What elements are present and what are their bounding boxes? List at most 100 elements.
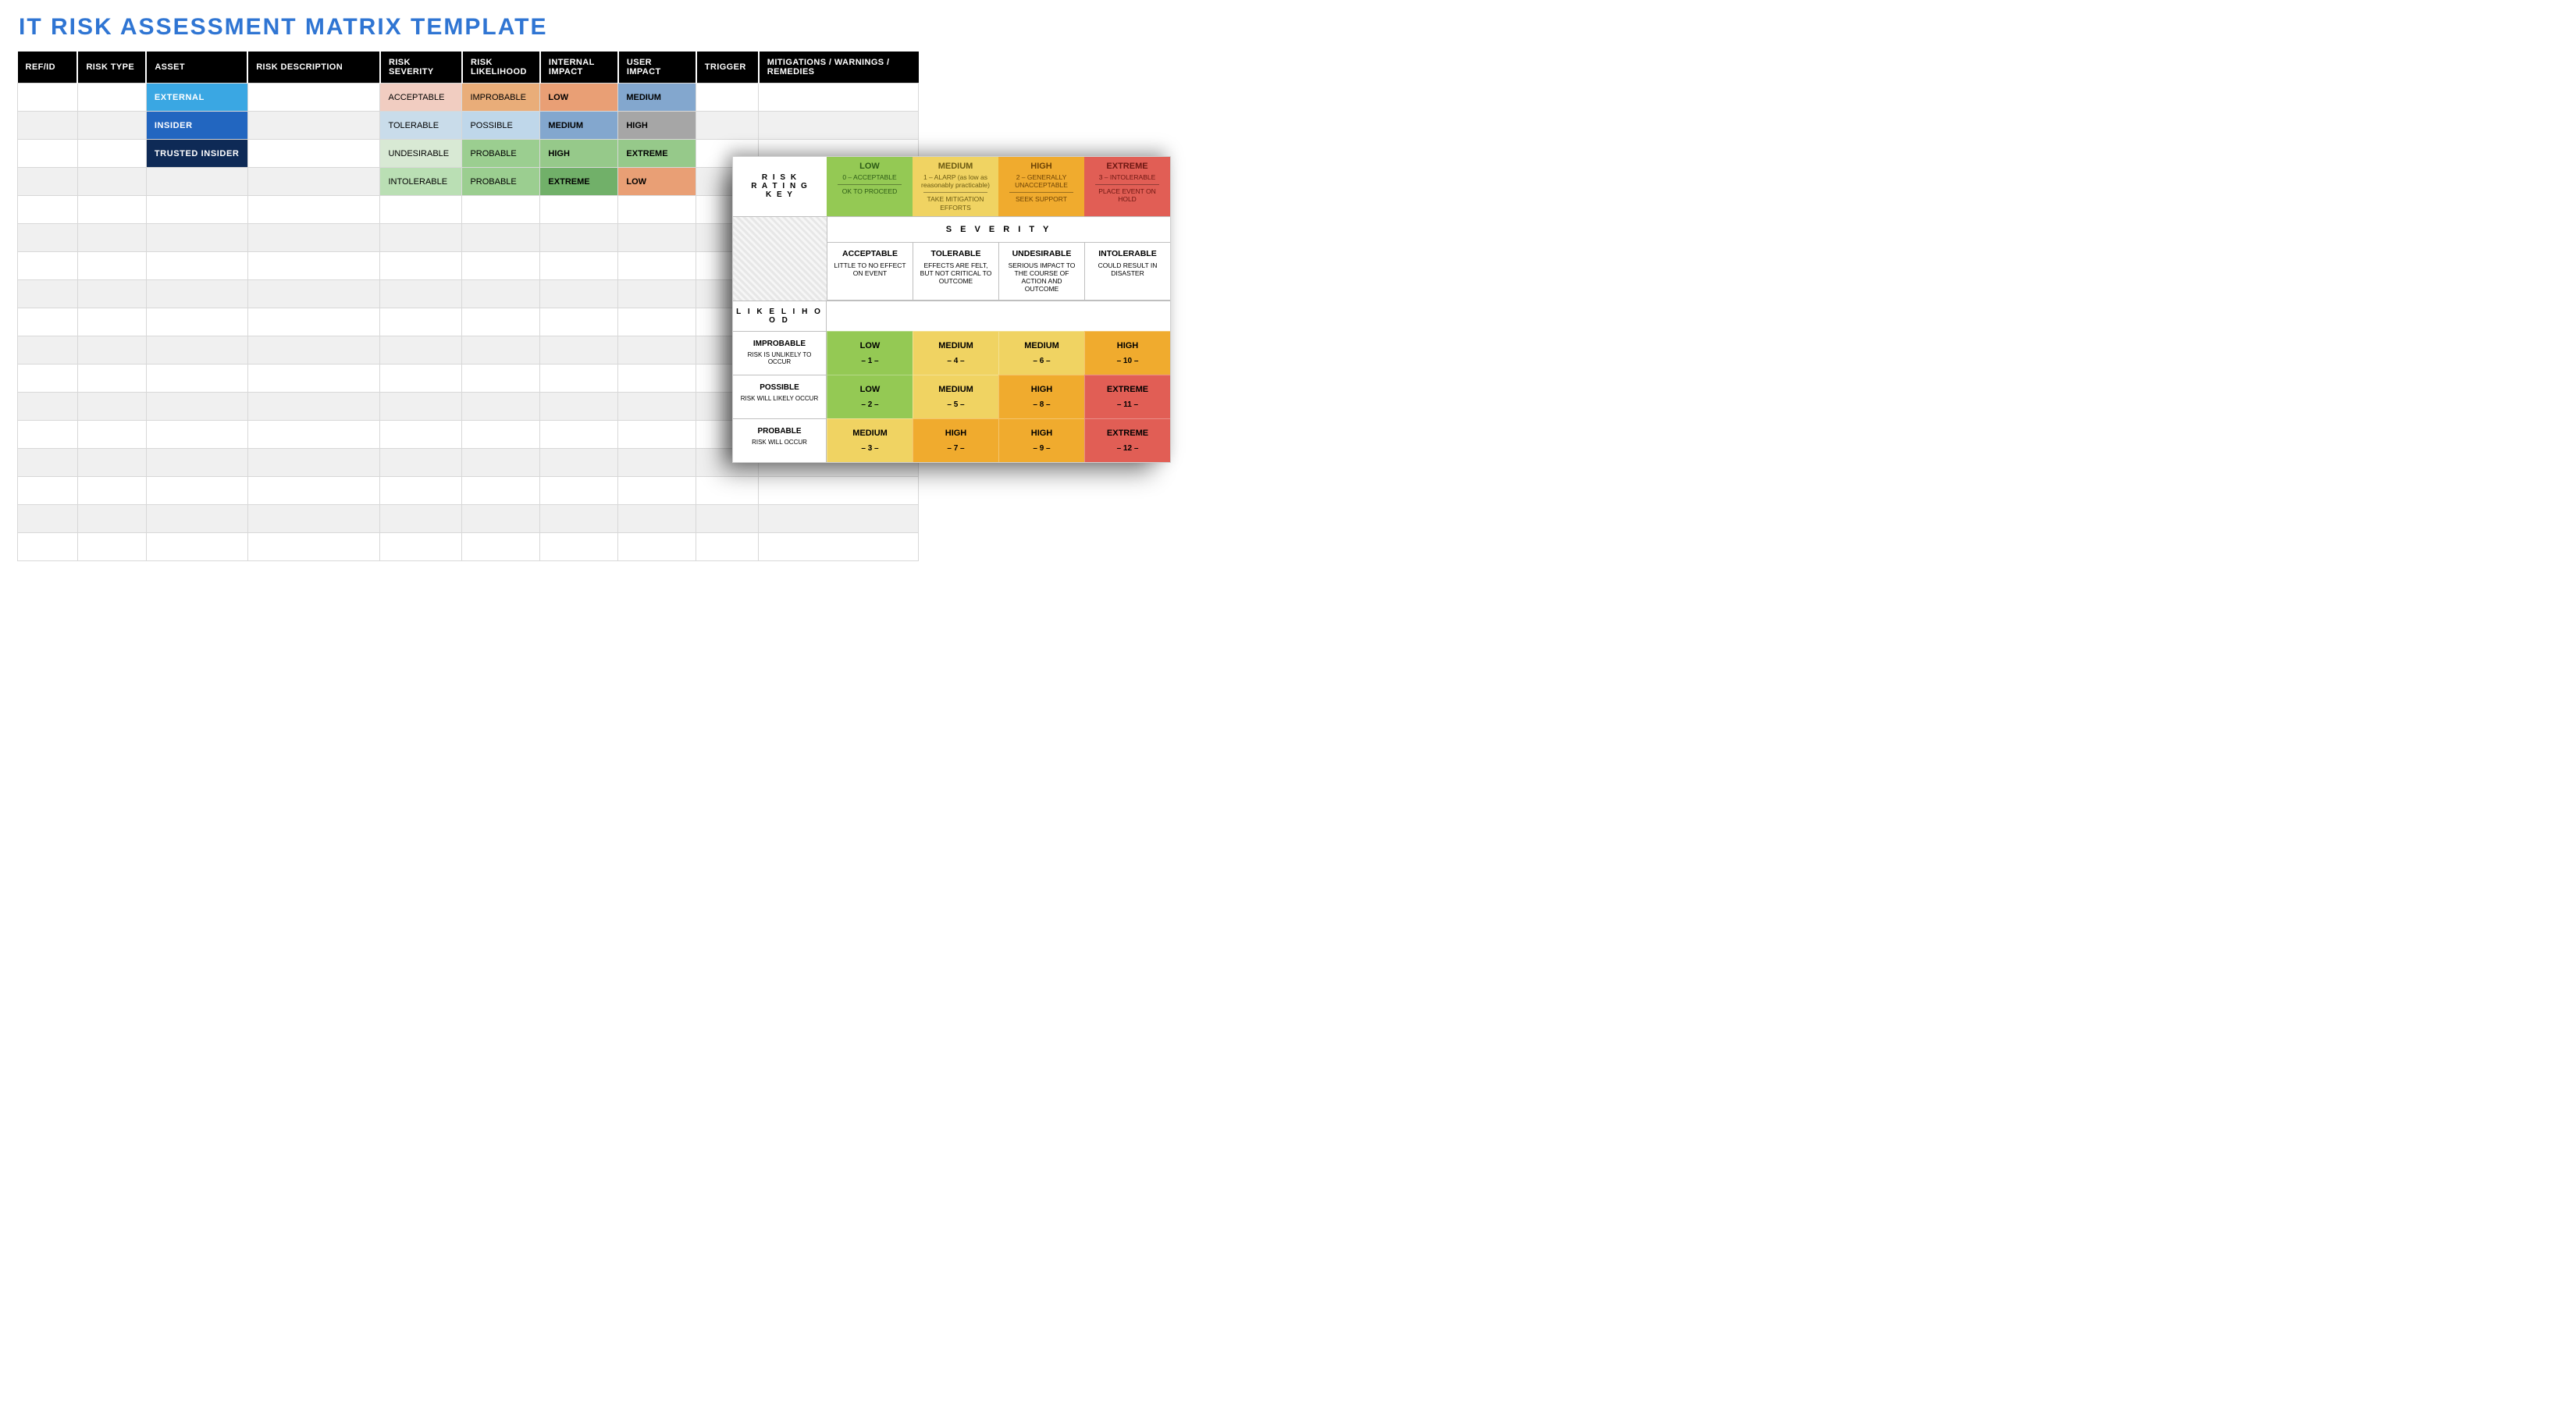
- table-cell[interactable]: [146, 252, 247, 280]
- table-cell[interactable]: PROBABLE: [462, 168, 540, 196]
- table-cell[interactable]: [540, 393, 618, 421]
- table-cell[interactable]: [77, 449, 146, 477]
- table-cell[interactable]: [618, 421, 696, 449]
- table-cell[interactable]: [759, 84, 919, 112]
- table-cell[interactable]: EXTERNAL: [146, 84, 247, 112]
- table-cell[interactable]: [247, 252, 380, 280]
- table-cell[interactable]: [540, 449, 618, 477]
- table-cell[interactable]: INSIDER: [146, 112, 247, 140]
- table-cell[interactable]: [77, 280, 146, 308]
- table-cell[interactable]: [77, 168, 146, 196]
- table-cell[interactable]: [618, 365, 696, 393]
- table-cell[interactable]: [540, 224, 618, 252]
- table-cell[interactable]: [462, 421, 540, 449]
- table-cell[interactable]: [759, 533, 919, 561]
- table-cell[interactable]: [380, 224, 462, 252]
- table-cell[interactable]: [462, 336, 540, 365]
- table-cell[interactable]: [696, 477, 759, 505]
- table-cell[interactable]: [540, 505, 618, 533]
- table-cell[interactable]: [540, 308, 618, 336]
- table-cell[interactable]: ACCEPTABLE: [380, 84, 462, 112]
- table-cell[interactable]: [247, 112, 380, 140]
- table-cell[interactable]: [77, 477, 146, 505]
- table-cell[interactable]: [77, 336, 146, 365]
- table-cell[interactable]: [77, 252, 146, 280]
- table-cell[interactable]: EXTREME: [540, 168, 618, 196]
- table-cell[interactable]: [759, 112, 919, 140]
- table-cell[interactable]: [618, 533, 696, 561]
- table-cell[interactable]: [77, 84, 146, 112]
- table-cell[interactable]: [18, 168, 78, 196]
- table-cell[interactable]: [146, 168, 247, 196]
- table-cell[interactable]: [540, 336, 618, 365]
- table-cell[interactable]: [18, 336, 78, 365]
- table-cell[interactable]: LOW: [618, 168, 696, 196]
- table-cell[interactable]: UNDESIRABLE: [380, 140, 462, 168]
- table-cell[interactable]: [462, 477, 540, 505]
- table-cell[interactable]: [462, 393, 540, 421]
- table-cell[interactable]: [618, 308, 696, 336]
- table-cell[interactable]: [18, 421, 78, 449]
- table-cell[interactable]: [618, 393, 696, 421]
- table-cell[interactable]: [759, 477, 919, 505]
- table-cell[interactable]: [462, 308, 540, 336]
- table-cell[interactable]: [77, 112, 146, 140]
- table-cell[interactable]: [18, 84, 78, 112]
- table-cell[interactable]: [540, 280, 618, 308]
- table-cell[interactable]: [247, 196, 380, 224]
- table-cell[interactable]: [380, 252, 462, 280]
- table-cell[interactable]: [247, 168, 380, 196]
- table-cell[interactable]: [462, 365, 540, 393]
- table-cell[interactable]: [247, 449, 380, 477]
- table-cell[interactable]: [247, 140, 380, 168]
- table-cell[interactable]: [77, 421, 146, 449]
- table-cell[interactable]: [380, 421, 462, 449]
- table-cell[interactable]: [380, 336, 462, 365]
- table-cell[interactable]: [462, 224, 540, 252]
- table-cell[interactable]: [77, 533, 146, 561]
- table-cell[interactable]: [77, 140, 146, 168]
- table-cell[interactable]: [77, 196, 146, 224]
- table-cell[interactable]: [18, 308, 78, 336]
- table-cell[interactable]: [18, 533, 78, 561]
- table-cell[interactable]: [462, 505, 540, 533]
- table-cell[interactable]: [146, 533, 247, 561]
- table-cell[interactable]: [77, 505, 146, 533]
- table-cell[interactable]: [618, 280, 696, 308]
- table-cell[interactable]: [462, 252, 540, 280]
- table-cell[interactable]: [146, 393, 247, 421]
- table-cell[interactable]: [462, 196, 540, 224]
- table-cell[interactable]: [380, 365, 462, 393]
- table-cell[interactable]: [18, 196, 78, 224]
- table-cell[interactable]: [696, 84, 759, 112]
- table-cell[interactable]: [540, 196, 618, 224]
- table-cell[interactable]: [696, 533, 759, 561]
- table-cell[interactable]: [18, 280, 78, 308]
- table-cell[interactable]: [380, 393, 462, 421]
- table-cell[interactable]: [618, 449, 696, 477]
- table-cell[interactable]: [247, 280, 380, 308]
- table-cell[interactable]: [146, 336, 247, 365]
- table-cell[interactable]: [618, 505, 696, 533]
- table-cell[interactable]: [146, 449, 247, 477]
- table-cell[interactable]: [247, 224, 380, 252]
- table-cell[interactable]: [618, 336, 696, 365]
- table-cell[interactable]: [540, 421, 618, 449]
- table-cell[interactable]: [462, 449, 540, 477]
- table-cell[interactable]: [146, 365, 247, 393]
- table-cell[interactable]: [146, 196, 247, 224]
- table-cell[interactable]: TOLERABLE: [380, 112, 462, 140]
- table-cell[interactable]: EXTREME: [618, 140, 696, 168]
- table-cell[interactable]: [759, 505, 919, 533]
- table-cell[interactable]: [247, 84, 380, 112]
- table-cell[interactable]: [462, 280, 540, 308]
- table-cell[interactable]: [540, 365, 618, 393]
- table-cell[interactable]: LOW: [540, 84, 618, 112]
- table-cell[interactable]: POSSIBLE: [462, 112, 540, 140]
- table-cell[interactable]: IMPROBABLE: [462, 84, 540, 112]
- table-cell[interactable]: [77, 308, 146, 336]
- table-cell[interactable]: [247, 505, 380, 533]
- table-cell[interactable]: [247, 308, 380, 336]
- table-cell[interactable]: MEDIUM: [540, 112, 618, 140]
- table-cell[interactable]: [618, 477, 696, 505]
